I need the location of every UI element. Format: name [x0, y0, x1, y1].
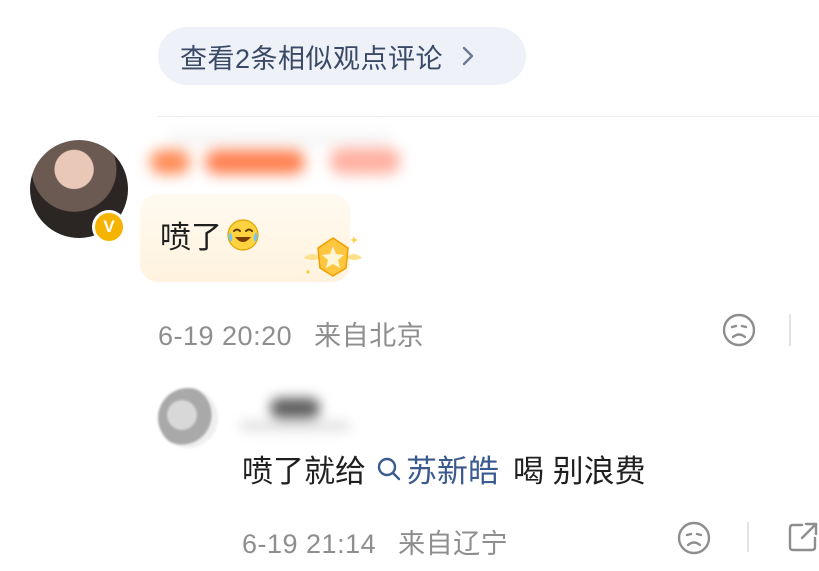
reply-prefix: 喷了就给	[242, 454, 366, 489]
fan-medal-icon	[298, 228, 368, 284]
search-link[interactable]: 苏新皓	[376, 446, 499, 491]
comment-text-content: 喷了	[160, 220, 222, 255]
search-term: 苏新皓	[406, 454, 499, 489]
comment-meta: 6-19 20:20 来自北京	[158, 314, 424, 353]
reply-text: 喷了就给 苏新皓 喝 别浪费	[242, 446, 646, 491]
laugh-cry-emoji-icon	[226, 218, 260, 252]
dislike-face-icon[interactable]	[721, 312, 757, 348]
reply-meta: 6-19 21:14 来自辽宁	[242, 522, 508, 561]
share-icon[interactable]	[786, 520, 819, 554]
search-icon	[377, 457, 401, 480]
chevron-right-icon	[457, 45, 479, 67]
similar-comments-button[interactable]: 查看2条相似观点评论	[158, 27, 526, 85]
dislike-face-icon[interactable]	[676, 520, 712, 556]
comment-time: 6-19 20:20	[158, 321, 293, 351]
verified-badge-icon: V	[92, 210, 126, 244]
username-blurred[interactable]	[150, 134, 425, 184]
divider	[789, 314, 791, 346]
divider	[158, 116, 819, 117]
reply-username-blurred[interactable]	[240, 388, 360, 440]
divider	[747, 522, 749, 552]
reply-suffix: 喝 别浪费	[513, 454, 646, 489]
comment-location: 来自北京	[314, 321, 425, 351]
reply-avatar[interactable]	[158, 388, 218, 448]
reply-time: 6-19 21:14	[242, 529, 377, 559]
reply-location: 来自辽宁	[398, 529, 509, 559]
similar-comments-label: 查看2条相似观点评论	[180, 43, 444, 74]
comment-text: 喷了	[160, 212, 260, 257]
